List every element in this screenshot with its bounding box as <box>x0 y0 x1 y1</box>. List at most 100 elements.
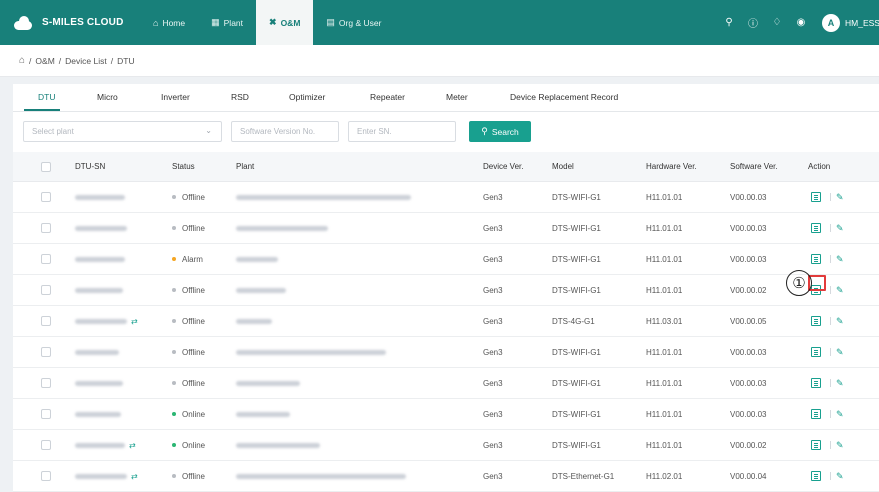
nav-item-org-user[interactable]: ▤ Org & User <box>313 0 394 45</box>
user-name[interactable]: HM_ESS_ <box>845 18 879 28</box>
row-checkbox[interactable] <box>41 223 51 233</box>
select-all-checkbox[interactable] <box>41 161 51 172</box>
table-row[interactable]: ⇄ Online Gen3 DTS-WIFI-G1 H11.01.01 V00.00.02… <box>13 430 879 461</box>
table-row[interactable]: ⇄ Offline Gen3 DTS-Ethernet-G1 H11.02.01 V00.… <box>13 461 879 492</box>
sn-input[interactable]: Enter SN. <box>348 121 456 142</box>
view-details-icon[interactable] <box>811 378 821 388</box>
view-details-icon[interactable] <box>811 192 821 202</box>
link-icon[interactable]: ⇄ <box>131 317 138 326</box>
row-checkbox[interactable] <box>41 471 51 481</box>
tab-optimizer[interactable]: Optimizer <box>289 92 325 102</box>
dtu-sn-cell: ⇄ <box>75 430 136 460</box>
org-icon: ▤ <box>326 17 335 27</box>
link-icon[interactable]: ⇄ <box>129 441 136 450</box>
row-checkbox[interactable] <box>41 378 51 388</box>
edit-icon[interactable]: ✎ <box>836 378 844 389</box>
tab-micro[interactable]: Micro <box>97 92 118 102</box>
tab-inverter[interactable]: Inverter <box>161 92 190 102</box>
column-header[interactable]: Hardware Ver. <box>646 152 697 181</box>
view-details-icon[interactable] <box>811 223 821 233</box>
column-header[interactable]: Device Ver. <box>483 152 523 181</box>
main-nav: ⌂ Home ▦ Plant ✖ O&M ▤ Org & User <box>140 0 394 45</box>
redacted-plant-name <box>236 287 286 293</box>
edit-icon[interactable]: ✎ <box>836 192 844 203</box>
nav-item-plant[interactable]: ▦ Plant <box>198 0 256 45</box>
avatar[interactable]: A <box>822 13 840 32</box>
view-details-icon[interactable] <box>811 347 821 357</box>
nav-item-om[interactable]: ✖ O&M <box>256 0 314 45</box>
help-icon[interactable]: ⓘ <box>742 15 764 30</box>
table-row[interactable]: Offline Gen3 DTS-WIFI-G1 H11.01.01 V00.00.03… <box>13 368 879 399</box>
software-ver-cell: V00.00.03 <box>730 192 767 202</box>
breadcrumb-item[interactable]: O&M <box>35 56 54 66</box>
bell-icon[interactable]: ♢ <box>766 17 788 28</box>
row-checkbox[interactable] <box>41 254 51 264</box>
home-icon: ⌂ <box>153 17 159 28</box>
globe-icon[interactable]: ◉ <box>790 17 812 28</box>
table-row[interactable]: Alarm Gen3 DTS-WIFI-G1 H11.01.01 V00.00.03 ✎ <box>13 244 879 275</box>
row-checkbox[interactable] <box>41 440 51 450</box>
action-cell: ✎ <box>811 182 844 212</box>
software-version-input[interactable]: Software Version No. <box>231 121 339 142</box>
table-header: DTU-SN Status Plant Device Ver. Model Ha… <box>13 152 879 182</box>
row-checkbox[interactable] <box>41 192 51 202</box>
tab-dtu[interactable]: DTU <box>38 92 55 102</box>
view-details-icon[interactable] <box>811 254 821 264</box>
tab-rsd[interactable]: RSD <box>231 92 249 102</box>
cloud-logo-icon <box>12 15 34 30</box>
plant-cell <box>236 275 286 305</box>
edit-icon[interactable]: ✎ <box>836 440 844 451</box>
edit-icon[interactable]: ✎ <box>836 347 844 358</box>
status-dot-icon <box>172 226 176 230</box>
table-row[interactable]: Online Gen3 DTS-WIFI-G1 H11.01.01 V00.00.03 ✎ <box>13 399 879 430</box>
nav-item-home[interactable]: ⌂ Home <box>140 0 198 45</box>
table-row[interactable]: Offline Gen3 DTS-WIFI-G1 H11.01.01 V00.00.02… <box>13 275 879 306</box>
column-header[interactable]: DTU-SN <box>75 152 105 181</box>
dtu-sn-cell: ⇄ <box>75 461 138 491</box>
software-ver-cell: V00.00.03 <box>730 409 767 419</box>
action-cell: ✎ <box>811 306 844 336</box>
edit-icon[interactable]: ✎ <box>836 316 844 327</box>
status-cell: Online <box>172 430 205 460</box>
hardware-ver-cell: H11.01.01 <box>646 378 683 388</box>
edit-icon[interactable]: ✎ <box>836 409 844 420</box>
link-icon[interactable]: ⇄ <box>131 472 138 481</box>
column-header[interactable]: Model <box>552 152 574 181</box>
brand-logo[interactable]: S-MILES CLOUD <box>12 15 140 30</box>
view-details-icon[interactable] <box>811 409 821 419</box>
edit-icon[interactable]: ✎ <box>836 471 844 482</box>
status-dot-icon <box>172 288 176 292</box>
column-header[interactable]: Status <box>172 152 195 181</box>
column-header[interactable]: Plant <box>236 152 254 181</box>
hardware-ver-cell: H11.01.01 <box>646 440 683 450</box>
tab-repeater[interactable]: Repeater <box>370 92 405 102</box>
breadcrumb-item[interactable]: Device List <box>65 56 107 66</box>
search-icon[interactable]: ⚲ <box>718 17 740 28</box>
home-icon[interactable]: ⌂ <box>19 55 25 66</box>
edit-icon[interactable]: ✎ <box>836 254 844 265</box>
edit-icon[interactable]: ✎ <box>836 223 844 234</box>
table-row[interactable]: Offline Gen3 DTS-WIFI-G1 H11.01.01 V00.00.03… <box>13 337 879 368</box>
table-row[interactable]: Offline Gen3 DTS-WIFI-G1 H11.01.01 V00.00.03… <box>13 213 879 244</box>
table-row[interactable]: ⇄ Offline Gen3 DTS-4G-G1 H11.03.01 V00.00.05 ✎ <box>13 306 879 337</box>
row-checkbox[interactable] <box>41 347 51 357</box>
tab-device-replacement-record[interactable]: Device Replacement Record <box>510 92 618 102</box>
view-details-icon[interactable] <box>811 316 821 326</box>
tab-meter[interactable]: Meter <box>446 92 468 102</box>
search-button[interactable]: ⚲ Search <box>469 121 531 142</box>
view-details-icon[interactable] <box>811 471 821 481</box>
row-checkbox[interactable] <box>41 285 51 295</box>
column-header[interactable]: Software Ver. <box>730 152 778 181</box>
search-icon: ⚲ <box>481 126 488 136</box>
status-text: Offline <box>182 192 205 202</box>
row-checkbox[interactable] <box>41 316 51 326</box>
row-checkbox[interactable] <box>41 409 51 419</box>
redacted-plant-name <box>236 442 320 448</box>
view-details-icon[interactable] <box>811 440 821 450</box>
plant-cell <box>236 368 300 398</box>
plant-select[interactable]: Select plant ⌄ <box>23 121 222 142</box>
redacted-sn <box>75 473 127 479</box>
row-checkbox-cell <box>41 430 51 460</box>
edit-icon[interactable]: ✎ <box>836 285 844 296</box>
table-row[interactable]: Offline Gen3 DTS-WIFI-G1 H11.01.01 V00.00.03… <box>13 182 879 213</box>
